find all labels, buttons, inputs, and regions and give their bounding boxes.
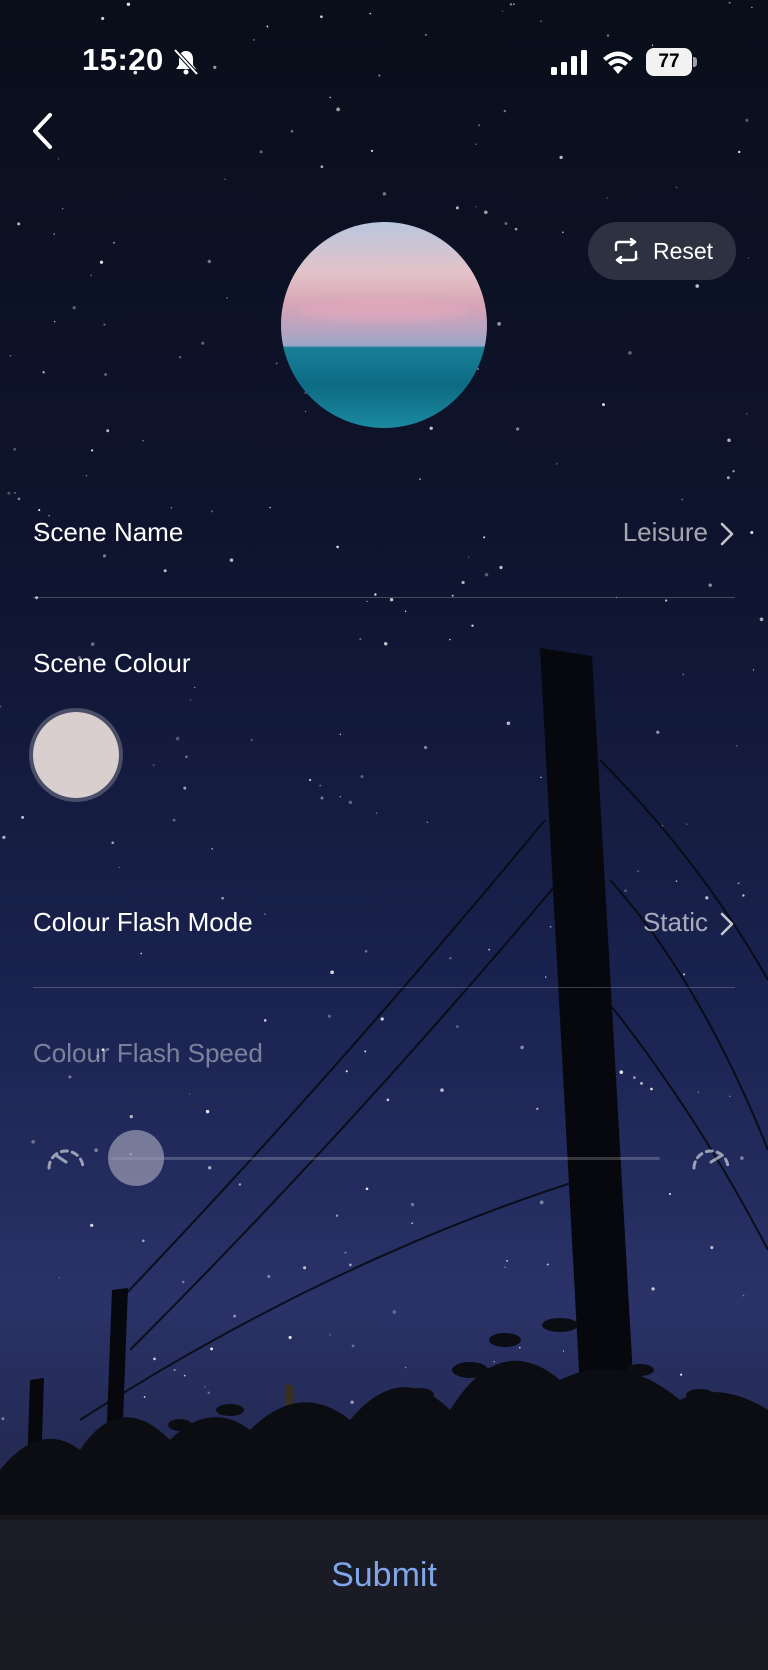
scene-name-row[interactable]: Scene Name Leisure: [0, 500, 768, 570]
loop-arrows-icon: [614, 238, 638, 264]
chevron-right-icon: [720, 522, 734, 546]
back-chevron-icon[interactable]: [26, 110, 58, 152]
status-time: 15:20: [82, 42, 164, 77]
colour-flash-mode-label: Colour Flash Mode: [33, 907, 253, 937]
speedometer-fast-icon: [692, 1149, 730, 1170]
speedometer-slow-icon: [47, 1149, 85, 1170]
chevron-right-icon: [720, 912, 734, 936]
colour-flash-speed-slider[interactable]: [110, 1157, 660, 1160]
scene-name-value: Leisure: [622, 517, 708, 547]
divider: [33, 987, 735, 988]
scene-colour-swatch[interactable]: [33, 712, 119, 798]
wifi-icon: [603, 51, 633, 74]
slider-thumb[interactable]: [108, 1130, 164, 1186]
reset-label: Reset: [652, 237, 714, 264]
scene-editor-screen: 15:20 77 Reset Scene Name Leisure Scene …: [0, 0, 768, 1670]
scene-name-label: Scene Name: [33, 517, 184, 547]
colour-flash-speed-label: Colour Flash Speed: [33, 1038, 263, 1068]
submit-button[interactable]: Submit: [0, 1545, 768, 1605]
colour-flash-mode-value: Static: [642, 907, 708, 937]
divider: [33, 597, 735, 598]
scene-preview-image[interactable]: [281, 222, 487, 428]
battery-icon: 77: [646, 48, 697, 76]
cellular-signal-icon: [551, 50, 587, 75]
reset-button[interactable]: Reset: [588, 222, 736, 280]
battery-level: 77: [646, 48, 692, 76]
scene-colour-label: Scene Colour: [33, 648, 191, 678]
colour-flash-mode-row[interactable]: Colour Flash Mode Static: [0, 890, 768, 960]
bell-slash-icon: [173, 48, 199, 76]
